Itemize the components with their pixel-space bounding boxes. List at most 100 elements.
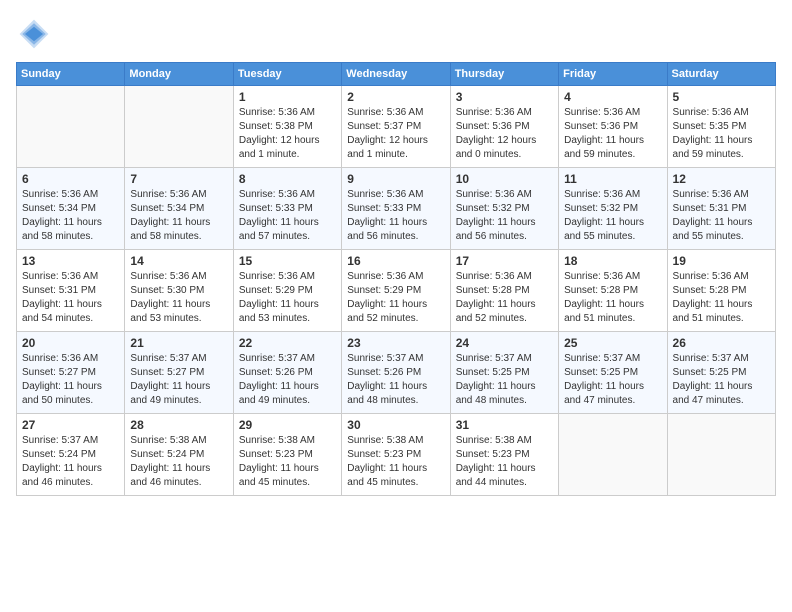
day-number: 24 [456,336,553,350]
day-info: Sunrise: 5:38 AMSunset: 5:24 PMDaylight:… [130,434,227,490]
calendar-cell: 23 Sunrise: 5:37 AMSunset: 5:26 PMDayligh… [342,332,450,414]
calendar-cell: 7Sunrise: 5:36 AMSunset: 5:34 PMDaylight… [125,168,233,250]
day-number: 12 [673,172,770,186]
day-info: Sunrise: 5:37 AMSunset: 5:24 PMDaylight:… [22,434,119,490]
calendar-cell: 3Sunrise: 5:36 AMSunset: 5:36 PMDaylight… [450,86,558,168]
calendar-cell: 12 Sunrise: 5:36 AMSunset: 5:31 PMDayligh… [667,168,775,250]
calendar-cell: 15 Sunrise: 5:36 AMSunset: 5:29 PMDayligh… [233,250,341,332]
calendar-cell [17,86,125,168]
col-wednesday: Wednesday [342,63,450,86]
calendar-cell: 28Sunrise: 5:38 AMSunset: 5:24 PMDayligh… [125,414,233,496]
day-info: Sunrise: 5:38 AMSunset: 5:23 PMDaylight:… [239,434,336,490]
calendar-week-5: 27 Sunrise: 5:37 AMSunset: 5:24 PMDayligh… [17,414,776,496]
day-number: 25 [564,336,661,350]
day-number: 6 [22,172,119,186]
calendar-cell: 4Sunrise: 5:36 AMSunset: 5:36 PMDaylight… [559,86,667,168]
day-info: Sunrise: 5:36 AMSunset: 5:36 PMDaylight:… [564,106,661,162]
day-info: Sunrise: 5:38 AMSunset: 5:23 PMDaylight:… [347,434,444,490]
col-thursday: Thursday [450,63,558,86]
day-number: 5 [673,90,770,104]
day-info: Sunrise: 5:36 AMSunset: 5:29 PMDaylight:… [347,270,444,326]
day-number: 27 [22,418,119,432]
day-info: Sunrise: 5:37 AMSunset: 5:25 PMDaylight:… [673,352,770,408]
day-info: Sunrise: 5:37 AMSunset: 5:26 PMDaylight:… [347,352,444,408]
calendar-week-2: 6 Sunrise: 5:36 AMSunset: 5:34 PMDaylight… [17,168,776,250]
day-info: Sunrise: 5:36 AMSunset: 5:33 PMDaylight:… [347,188,444,244]
day-number: 18 [564,254,661,268]
col-tuesday: Tuesday [233,63,341,86]
calendar-cell: 14 Sunrise: 5:36 AMSunset: 5:30 PMDayligh… [125,250,233,332]
day-info: Sunrise: 5:36 AMSunset: 5:32 PMDaylight:… [564,188,661,244]
col-monday: Monday [125,63,233,86]
calendar-cell [559,414,667,496]
calendar-week-3: 13Sunrise: 5:36 AMSunset: 5:31 PMDayligh… [17,250,776,332]
day-number: 21 [130,336,227,350]
day-info: Sunrise: 5:37 AMSunset: 5:25 PMDaylight:… [456,352,553,408]
day-info: Sunrise: 5:36 AMSunset: 5:30 PMDaylight:… [130,270,227,326]
calendar-cell: 2 Sunrise: 5:36 AMSunset: 5:37 PMDaylight… [342,86,450,168]
calendar-cell: 21 Sunrise: 5:37 AMSunset: 5:27 PMDayligh… [125,332,233,414]
calendar-week-4: 20Sunrise: 5:36 AMSunset: 5:27 PMDayligh… [17,332,776,414]
day-number: 17 [456,254,553,268]
day-info: Sunrise: 5:36 AMSunset: 5:32 PMDaylight:… [456,188,553,244]
calendar-cell: 20Sunrise: 5:36 AMSunset: 5:27 PMDayligh… [17,332,125,414]
day-info: Sunrise: 5:37 AMSunset: 5:27 PMDaylight:… [130,352,227,408]
calendar-cell: 26 Sunrise: 5:37 AMSunset: 5:25 PMDayligh… [667,332,775,414]
col-friday: Friday [559,63,667,86]
day-number: 30 [347,418,444,432]
calendar-cell: 27 Sunrise: 5:37 AMSunset: 5:24 PMDayligh… [17,414,125,496]
calendar-cell: 19 Sunrise: 5:36 AMSunset: 5:28 PMDayligh… [667,250,775,332]
col-sunday: Sunday [17,63,125,86]
calendar-week-1: 1 Sunrise: 5:36 AMSunset: 5:38 PMDaylight… [17,86,776,168]
day-number: 8 [239,172,336,186]
day-info: Sunrise: 5:36 AMSunset: 5:28 PMDaylight:… [673,270,770,326]
day-number: 29 [239,418,336,432]
day-number: 26 [673,336,770,350]
calendar-cell: 11 Sunrise: 5:36 AMSunset: 5:32 PMDayligh… [559,168,667,250]
day-info: Sunrise: 5:36 AMSunset: 5:38 PMDaylight:… [239,106,336,162]
day-number: 9 [347,172,444,186]
day-number: 23 [347,336,444,350]
day-number: 11 [564,172,661,186]
day-info: Sunrise: 5:36 AMSunset: 5:34 PMDaylight:… [22,188,119,244]
calendar-cell: 22 Sunrise: 5:37 AMSunset: 5:26 PMDayligh… [233,332,341,414]
calendar-cell: 10Sunrise: 5:36 AMSunset: 5:32 PMDayligh… [450,168,558,250]
calendar-cell: 31 Sunrise: 5:38 AMSunset: 5:23 PMDayligh… [450,414,558,496]
calendar-cell: 25 Sunrise: 5:37 AMSunset: 5:25 PMDayligh… [559,332,667,414]
page-header [16,16,776,52]
calendar-cell [125,86,233,168]
calendar-cell: 30 Sunrise: 5:38 AMSunset: 5:23 PMDayligh… [342,414,450,496]
day-info: Sunrise: 5:36 AMSunset: 5:31 PMDaylight:… [22,270,119,326]
day-number: 22 [239,336,336,350]
calendar-cell [667,414,775,496]
calendar-cell: 29 Sunrise: 5:38 AMSunset: 5:23 PMDayligh… [233,414,341,496]
logo [16,16,58,52]
day-number: 20 [22,336,119,350]
day-number: 15 [239,254,336,268]
day-info: Sunrise: 5:36 AMSunset: 5:37 PMDaylight:… [347,106,444,162]
day-info: Sunrise: 5:37 AMSunset: 5:25 PMDaylight:… [564,352,661,408]
day-number: 19 [673,254,770,268]
day-info: Sunrise: 5:36 AMSunset: 5:28 PMDaylight:… [564,270,661,326]
day-info: Sunrise: 5:36 AMSunset: 5:28 PMDaylight:… [456,270,553,326]
calendar-cell: 8 Sunrise: 5:36 AMSunset: 5:33 PMDaylight… [233,168,341,250]
header-row: Sunday Monday Tuesday Wednesday Thursday… [17,63,776,86]
calendar-cell: 18 Sunrise: 5:36 AMSunset: 5:28 PMDayligh… [559,250,667,332]
col-saturday: Saturday [667,63,775,86]
day-number: 1 [239,90,336,104]
day-number: 2 [347,90,444,104]
day-number: 31 [456,418,553,432]
logo-icon [16,16,52,52]
day-info: Sunrise: 5:38 AMSunset: 5:23 PMDaylight:… [456,434,553,490]
calendar-cell: 17 Sunrise: 5:36 AMSunset: 5:28 PMDayligh… [450,250,558,332]
day-number: 14 [130,254,227,268]
day-number: 16 [347,254,444,268]
calendar-cell: 6 Sunrise: 5:36 AMSunset: 5:34 PMDaylight… [17,168,125,250]
calendar-cell: 13Sunrise: 5:36 AMSunset: 5:31 PMDayligh… [17,250,125,332]
day-info: Sunrise: 5:36 AMSunset: 5:29 PMDaylight:… [239,270,336,326]
day-info: Sunrise: 5:36 AMSunset: 5:31 PMDaylight:… [673,188,770,244]
day-info: Sunrise: 5:36 AMSunset: 5:33 PMDaylight:… [239,188,336,244]
day-info: Sunrise: 5:37 AMSunset: 5:26 PMDaylight:… [239,352,336,408]
day-number: 3 [456,90,553,104]
day-number: 7 [130,172,227,186]
